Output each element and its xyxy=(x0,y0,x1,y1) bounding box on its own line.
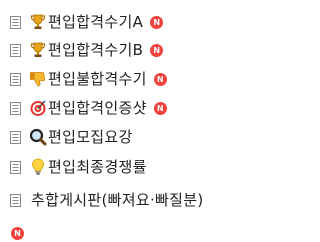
magnifier-icon xyxy=(29,128,47,146)
board-menu-list: 편입합격수기A N 편입합격수기B N 편입불합격수기 N 편입합격인증샷 N … xyxy=(0,0,253,242)
trophy-icon xyxy=(30,42,46,57)
menu-item-admission-guide[interactable]: 편입모집요강 xyxy=(10,125,133,149)
menu-item-label: 편입불합격수기 xyxy=(48,70,147,88)
menu-item-additional-pass-board[interactable]: 추합게시판(빠져요·빠질분) xyxy=(10,188,203,212)
new-badge: N xyxy=(153,101,167,115)
document-icon xyxy=(10,15,21,29)
document-icon xyxy=(10,43,21,57)
document-icon xyxy=(10,160,21,174)
new-badge: N xyxy=(11,227,24,240)
new-badge: N xyxy=(150,43,164,57)
menu-item-success-story-a[interactable]: 편입합격수기A N xyxy=(10,10,164,34)
trophy-icon xyxy=(30,14,46,29)
menu-item-label: 편입최종경쟁률 xyxy=(48,158,147,176)
document-icon xyxy=(10,72,21,86)
document-icon xyxy=(10,130,21,144)
new-badge: N xyxy=(150,15,164,29)
menu-item-final-competition-rate[interactable]: 편입최종경쟁률 xyxy=(10,155,147,179)
lightbulb-icon xyxy=(32,158,44,175)
new-badge: N xyxy=(153,72,167,86)
menu-item-label: 편입합격수기A xyxy=(48,13,144,31)
thumbs-down-icon xyxy=(30,72,46,87)
menu-item-label: 편입합격인증샷 xyxy=(48,99,147,117)
menu-item-success-story-b[interactable]: 편입합격수기B N xyxy=(10,38,164,62)
document-icon xyxy=(10,101,21,115)
document-icon xyxy=(10,193,21,207)
menu-item-label: 편입모집요강 xyxy=(48,128,133,146)
menu-item-label: 추합게시판(빠져요·빠질분) xyxy=(31,191,204,209)
target-icon xyxy=(30,100,46,116)
menu-item-label: 편입합격수기B xyxy=(48,41,144,59)
menu-item-proof-shots[interactable]: 편입합격인증샷 N xyxy=(10,96,167,120)
menu-item-failure-story[interactable]: 편입불합격수기 N xyxy=(10,67,167,91)
